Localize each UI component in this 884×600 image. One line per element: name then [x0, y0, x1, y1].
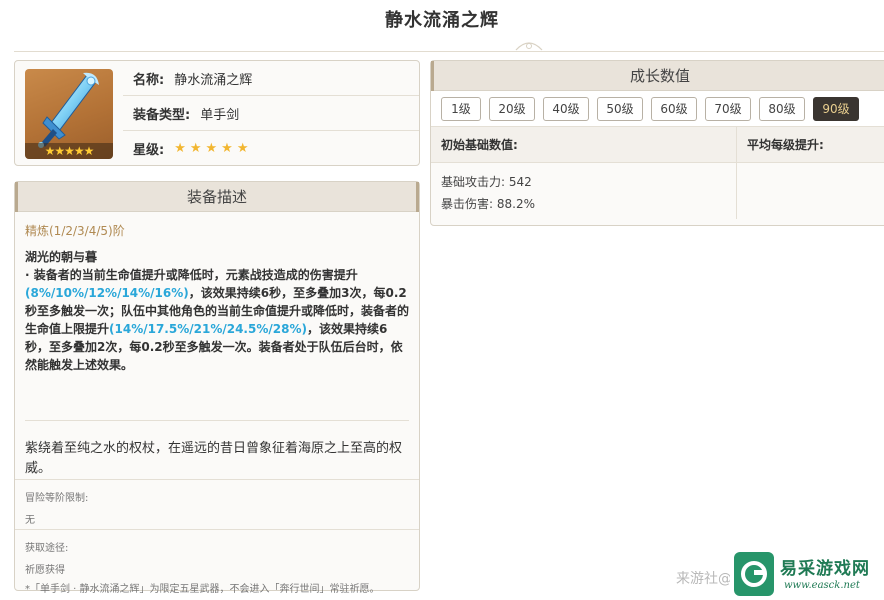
- stats-body-row: 基础攻击力: 542 暴击伤害: 88.2%: [431, 163, 884, 219]
- acquisition-info: 获取途径: 祈愿获得 *「单手剑 · 静水流涌之辉」为限定五星武器，不会进入「奔…: [15, 529, 419, 598]
- page-title: 静水流涌之辉: [385, 10, 499, 31]
- skill-text: · 装备者的当前生命值提升或降低时，元素战技造成的伤害提升 (8%/10%/12%…: [25, 266, 409, 374]
- stat-base-atk: 基础攻击力: 542: [441, 175, 532, 189]
- base-stats-values: 基础攻击力: 542 暴击伤害: 88.2%: [431, 163, 737, 219]
- flavor-text: 紫绕着至纯之水的权杖，在遥远的昔日曾象征着海原之上至高的权威。: [25, 441, 403, 476]
- level-selector: 1级 20级 40级 50级 60级 70级 80级 90级: [431, 91, 884, 127]
- skill-highlight-1: (8%/10%/12%/14%/16%): [25, 286, 189, 300]
- level-button-1[interactable]: 1级: [441, 96, 481, 121]
- logo-url: www.easck.net: [784, 580, 860, 591]
- source-value: 祈愿获得: [25, 565, 65, 576]
- skill-title: 湖光的朝与暮: [25, 250, 98, 264]
- type-value: 单手剑: [200, 107, 240, 123]
- growth-stats-card: 成长数值 1级 20级 40级 50级 60级 70级 80级 90级 初始基础…: [430, 60, 884, 226]
- site-logo: 易采游戏网 www.easck.net: [730, 548, 884, 600]
- weapon-image-stars: ★★★★★: [25, 143, 113, 159]
- refine-levels[interactable]: 精炼(1/2/3/4/5)阶: [15, 212, 419, 242]
- logo-icon: [734, 552, 774, 596]
- weapon-info-card: ★★★★★ 名称: 静水流涌之辉 装备类型: 单手剑 星级: ★★★★★: [14, 60, 420, 166]
- ornament-icon: [515, 42, 543, 51]
- level-button-70[interactable]: 70级: [705, 96, 751, 121]
- avg-growth-header: 平均每级提升:: [747, 138, 824, 152]
- rarity-label: 星级:: [133, 143, 165, 158]
- title-divider: [14, 46, 884, 52]
- info-row-name: 名称: 静水流涌之辉: [123, 61, 419, 96]
- stats-header-row: 初始基础数值: 平均每级提升:: [431, 127, 884, 163]
- rarity-stars: ★★★★★: [174, 141, 253, 156]
- skill-text-part1: · 装备者的当前生命值提升或降低时，元素战技造成的伤害提升: [25, 268, 358, 282]
- level-button-60[interactable]: 60级: [651, 96, 697, 121]
- watermark-text: 来游社@: [676, 571, 732, 587]
- level-button-50[interactable]: 50级: [597, 96, 643, 121]
- growth-header: 成长数值: [431, 61, 884, 91]
- level-button-20[interactable]: 20级: [489, 96, 535, 121]
- ascension-limit: 冒险等阶限制: 无: [15, 479, 419, 529]
- info-row-rarity: 星级: ★★★★★: [123, 131, 419, 166]
- skill-highlight-2: (14%/17.5%/21%/24.5%/28%): [109, 322, 307, 336]
- source-label: 获取途径:: [25, 543, 69, 554]
- name-label: 名称:: [133, 72, 165, 88]
- base-stats-header: 初始基础数值:: [431, 127, 737, 162]
- skill-description: 湖光的朝与暮 · 装备者的当前生命值提升或降低时，元素战技造成的伤害提升 (8%/…: [15, 242, 419, 420]
- level-button-80[interactable]: 80级: [759, 96, 805, 121]
- level-button-40[interactable]: 40级: [543, 96, 589, 121]
- limited-note: *「单手剑 · 静水流涌之辉」为限定五星武器，不会进入「奔行世间」常驻祈愿。: [25, 584, 380, 595]
- logo-name: 易采游戏网: [780, 559, 870, 579]
- level-button-90[interactable]: 90级: [813, 96, 859, 121]
- stat-crit-dmg: 暴击伤害: 88.2%: [441, 197, 535, 211]
- type-label: 装备类型:: [133, 107, 191, 123]
- description-header: 装备描述: [15, 182, 419, 212]
- name-value: 静水流涌之辉: [174, 72, 253, 88]
- limit-label: 冒险等阶限制:: [25, 493, 89, 504]
- weapon-image: ★★★★★: [25, 69, 113, 159]
- description-card: 装备描述 精炼(1/2/3/4/5)阶 湖光的朝与暮 · 装备者的当前生命值提升…: [14, 181, 420, 595]
- info-row-type: 装备类型: 单手剑: [123, 96, 419, 131]
